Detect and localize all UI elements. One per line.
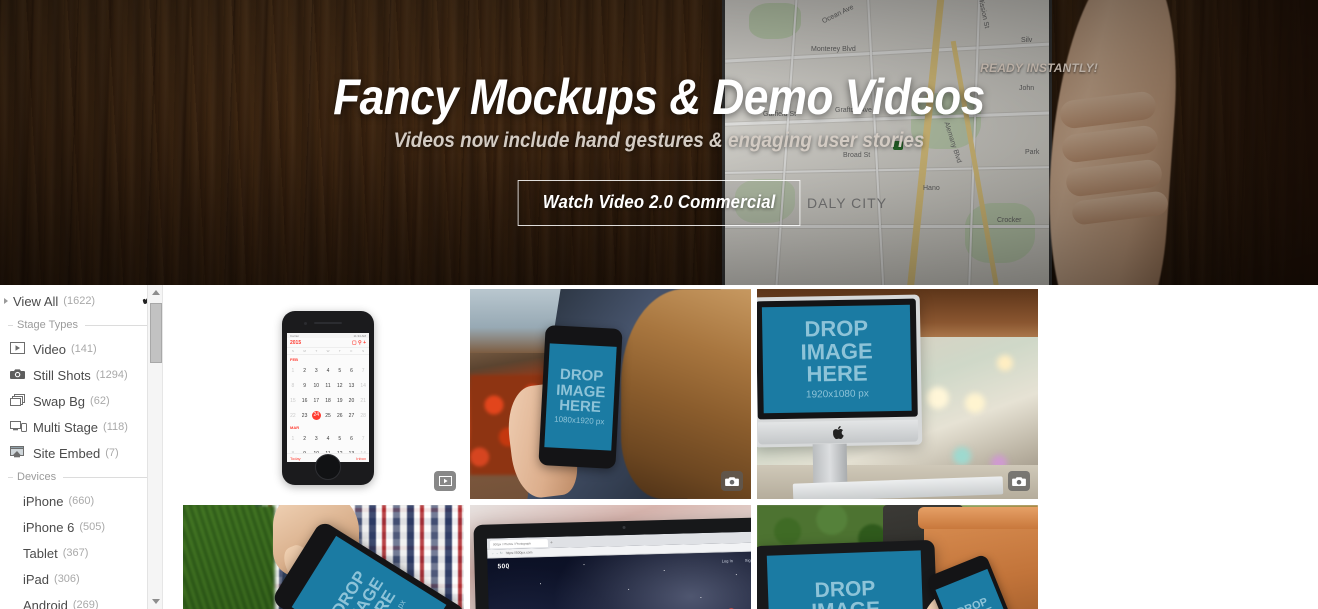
browser-tab: 500px / Photos / Photograph	[489, 538, 549, 549]
iphone-screen: Carrier 11:34 AM 2015 ▢ ⚲ + SMTWTFS FEB …	[287, 333, 369, 462]
sidebar-item-multi-stage[interactable]: Multi Stage (118)	[0, 414, 162, 440]
gallery-tile-imac-cafe[interactable]: DROP IMAGE HERE 1920x1080 px	[757, 289, 1038, 499]
drop-image-placeholder: DROP IMAGE HERE 1920x1080 px	[761, 304, 912, 414]
sidebar-item-swap-bg[interactable]: Swap Bg (62)	[0, 388, 162, 414]
apple-logo-icon	[757, 419, 919, 445]
hero-title: Fancy Mockups & Demo Videos	[333, 69, 985, 125]
video-icon	[10, 341, 27, 357]
sidebar-item-label: Site Embed	[33, 445, 101, 461]
macbook-screen: 500px / Photos / Photograph + ← → ↻ http…	[486, 531, 751, 609]
multi-stage-icon	[10, 420, 27, 435]
section-title: Devices	[17, 471, 57, 483]
clock-label: 11:34 AM	[353, 333, 366, 338]
sidebar-item-count: (269)	[72, 599, 99, 609]
url-text: https://500px.com	[505, 550, 533, 556]
screen-size-label: 1080x1920 px	[553, 415, 605, 427]
calendar-day-headers: SMTWTFS	[287, 348, 369, 355]
calendar-tab-today: Today	[290, 455, 301, 461]
speaker-grille	[314, 322, 342, 324]
sidebar-item-label: iPhone 6	[23, 519, 75, 535]
hero-banner: Monterey Blvd Ocean Ave Garfield St Graf…	[0, 0, 1318, 285]
sidebar-item-count: (660)	[68, 495, 95, 507]
sidebar-item-label: Swap Bg	[33, 393, 86, 409]
calendar-nav-icons: ▢ ⚲ +	[351, 339, 366, 346]
sidebar-item-label: Still Shots	[33, 367, 91, 383]
imac-device: DROP IMAGE HERE 1920x1080 px	[757, 294, 923, 448]
section-header-devices: Devices	[0, 466, 162, 488]
section-title: Stage Types	[17, 319, 78, 331]
carrier-label: Carrier	[290, 333, 300, 338]
sidebar-item-label: iPhone	[23, 493, 64, 509]
drop-image-placeholder: DROP IMAGE HERE 1024x768 px	[766, 550, 926, 609]
sidebar-item-count: (1294)	[95, 369, 128, 381]
sidebar-item-count: (367)	[62, 547, 89, 559]
sidebar-scrollbar[interactable]	[147, 285, 162, 609]
iphone-device: Carrier 11:34 AM 2015 ▢ ⚲ + SMTWTFS FEB …	[282, 311, 374, 485]
site-embed-icon	[10, 445, 27, 461]
screen-size-label: 1920x1080 px	[805, 388, 869, 401]
sidebar-item-view-all[interactable]: View All (1622) ✔	[0, 288, 162, 314]
swap-bg-icon	[10, 393, 27, 409]
sidebar-item-count: (306)	[54, 573, 80, 585]
gallery-tile-tablet-and-phone-garden[interactable]: DROP IMAGE HERE 1024x768 px DROP IMAGE H…	[757, 505, 1038, 609]
sidebar-item-count: (118)	[103, 421, 128, 433]
camera-icon	[10, 368, 27, 383]
scroll-up-arrow-icon[interactable]	[148, 285, 162, 300]
drop-line-3: HERE	[806, 360, 868, 387]
camera-badge-icon	[1008, 471, 1030, 491]
gallery-tile-macbook-photo-site[interactable]: 500px / Photos / Photograph + ← → ↻ http…	[470, 505, 751, 609]
view-all-count: (1622)	[63, 295, 96, 307]
gallery-tile-iphone-calendar[interactable]: Carrier 11:34 AM 2015 ▢ ⚲ + SMTWTFS FEB …	[183, 289, 464, 499]
sidebar-item-count: (141)	[71, 343, 97, 355]
sidebar-item-label: Video	[33, 341, 67, 357]
site-logo: 500	[497, 562, 510, 570]
sidebar-item-android[interactable]: Android (269)	[0, 592, 162, 609]
scroll-down-arrow-icon[interactable]	[148, 594, 162, 609]
calendar-month-label-2: MAR	[290, 425, 300, 430]
home-button	[315, 454, 341, 480]
drop-image-placeholder: DROP IMAGE HERE 1080x1920 px	[544, 343, 617, 451]
sidebar-item-label: Android	[23, 597, 68, 609]
sidebar-item-ipad[interactable]: iPad (306)	[0, 566, 162, 592]
sidebar-item-video[interactable]: Video (141)	[0, 336, 162, 362]
mockup-gallery: Carrier 11:34 AM 2015 ▢ ⚲ + SMTWTFS FEB …	[163, 285, 1318, 609]
gallery-tile-woman-holding-iphone[interactable]: DROP IMAGE HERE 1080x1920 px	[470, 289, 751, 499]
sidebar-item-iphone-6[interactable]: iPhone 6 (505)	[0, 514, 162, 540]
calendar-today: 24	[311, 411, 321, 420]
macbook-device: 500px / Photos / Photograph + ← → ↻ http…	[473, 517, 751, 609]
sidebar-item-count: (505)	[79, 521, 106, 533]
tablet-device: DROP IMAGE HERE 1024x768 px	[757, 539, 940, 609]
drop-line-2: IMAGE	[811, 598, 881, 609]
sidebar-item-label: Tablet	[23, 545, 58, 561]
calendar-month-label: FEB	[290, 357, 298, 362]
chevron-right-icon	[4, 298, 8, 304]
gallery-tile-phone-from-backpack[interactable]: DROP IMAGE HERE 750x1334 px	[183, 505, 464, 609]
video-badge-icon	[434, 471, 456, 491]
watch-video-commercial-button[interactable]: Watch Video 2.0 Commercial	[517, 180, 801, 226]
drop-line-3: HERE	[558, 396, 602, 417]
camera-dot-icon	[304, 322, 307, 325]
calendar-tab-inbox: Inbox	[356, 455, 366, 461]
sidebar-item-label: Multi Stage	[33, 419, 99, 435]
sidebar-item-still-shots[interactable]: Still Shots (1294)	[0, 362, 162, 388]
site-signup-link: Sign up	[744, 557, 751, 563]
content-area: View All (1622) ✔ Stage Types Video (141…	[0, 285, 1318, 609]
sidebar-item-tablet[interactable]: Tablet (367)	[0, 540, 162, 566]
sidebar-item-count: (7)	[105, 447, 119, 459]
scrollbar-thumb[interactable]	[150, 303, 162, 363]
site-login-link: Log In	[721, 557, 733, 563]
sidebar-item-iphone[interactable]: iPhone (660)	[0, 488, 162, 514]
sidebar-item-site-embed[interactable]: Site Embed (7)	[0, 440, 162, 466]
hero-subtitle: Videos now include hand gestures & engag…	[393, 129, 925, 152]
sidebar-item-label: iPad	[23, 571, 50, 587]
camera-dot-icon	[622, 525, 626, 530]
section-header-stage-types: Stage Types	[0, 314, 162, 336]
calendar-year-back: 2015	[290, 339, 302, 346]
filter-sidebar: View All (1622) ✔ Stage Types Video (141…	[0, 285, 163, 609]
iphone-device: DROP IMAGE HERE 1080x1920 px	[538, 325, 623, 469]
view-all-label: View All	[13, 293, 59, 309]
camera-badge-icon	[721, 471, 743, 491]
site-hero: 500 Log In Sign up Home to everyone's be…	[487, 551, 751, 609]
sidebar-item-count: (62)	[90, 395, 110, 407]
